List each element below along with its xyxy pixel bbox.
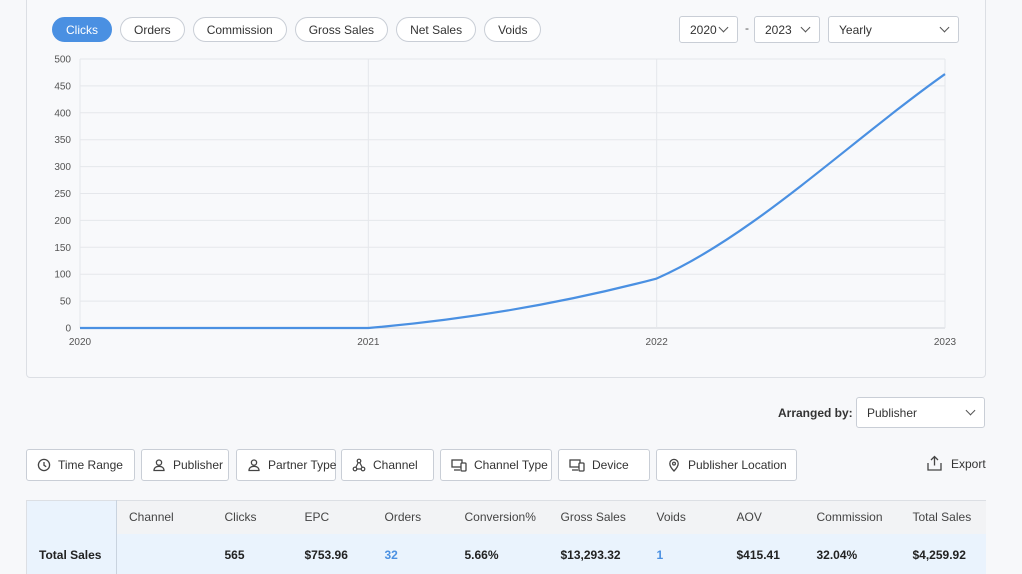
- network-icon: [352, 458, 366, 472]
- arranged-by-value: Publisher: [867, 405, 918, 420]
- year-to-value: 2023: [765, 22, 792, 37]
- tab-clicks[interactable]: Clicks: [52, 17, 112, 42]
- dimension-publisher-button[interactable]: Publisher: [141, 449, 229, 481]
- header-epc[interactable]: EPC: [292, 500, 373, 534]
- chevron-down-icon: [965, 405, 976, 416]
- header-commission[interactable]: Commission: [804, 500, 901, 534]
- cell-epc: $753.96: [304, 547, 348, 562]
- cell-total-sales: $4,259.92: [912, 547, 966, 562]
- chevron-down-icon: [718, 22, 729, 33]
- chart-card: [26, 0, 986, 378]
- header-channel[interactable]: Channel: [116, 500, 213, 534]
- dimension-channel-type-button[interactable]: Channel Type: [440, 449, 552, 481]
- header-gross-sales[interactable]: Gross Sales: [548, 500, 645, 534]
- devices-icon: [451, 459, 467, 472]
- dimension-label: Partner Type: [268, 458, 337, 472]
- dimension-label: Channel: [373, 458, 418, 472]
- export-label: Export: [951, 456, 986, 471]
- row-label: Total Sales: [26, 533, 117, 574]
- user-icon: [153, 459, 165, 472]
- devices-icon: [569, 459, 585, 472]
- dimension-publisher-location-button[interactable]: Publisher Location: [656, 449, 797, 481]
- dimension-device-button[interactable]: Device: [558, 449, 650, 481]
- dimension-label: Publisher Location: [688, 458, 787, 472]
- cell-orders-link[interactable]: 32: [373, 534, 453, 574]
- metric-tabs: Clicks Orders Commission Gross Sales Net…: [52, 17, 542, 42]
- chevron-down-icon: [939, 22, 950, 33]
- cell-conversion: 5.66%: [464, 547, 499, 562]
- header-conversion[interactable]: Conversion%: [452, 500, 549, 534]
- export-button[interactable]: Export: [926, 455, 986, 472]
- year-from-value: 2020: [690, 22, 717, 37]
- header-clicks[interactable]: Clicks: [212, 500, 293, 534]
- granularity-value: Yearly: [839, 22, 872, 37]
- cell-gross-sales: $13,293.32: [560, 547, 621, 562]
- dimension-time-range-button[interactable]: Time Range: [26, 449, 135, 481]
- dimension-channel-button[interactable]: Channel: [341, 449, 434, 481]
- cell-commission: 32.04%: [816, 547, 858, 562]
- user-icon: [248, 459, 260, 472]
- arranged-by-select[interactable]: Publisher: [856, 397, 985, 428]
- arranged-by-label: Arranged by:: [778, 406, 853, 420]
- range-separator: -: [745, 21, 749, 35]
- tab-gross-sales[interactable]: Gross Sales: [294, 17, 389, 42]
- tab-voids[interactable]: Voids: [484, 17, 542, 42]
- cell-channel: [117, 534, 213, 574]
- year-from-select[interactable]: 2020: [679, 16, 738, 43]
- dimension-partner-type-button[interactable]: Partner Type: [236, 449, 336, 481]
- tab-net-sales[interactable]: Net Sales: [396, 17, 477, 42]
- report-table: Channel Clicks EPC Orders Conversion% Gr…: [26, 500, 986, 574]
- tab-orders[interactable]: Orders: [120, 17, 185, 42]
- cell-clicks: 565: [224, 547, 245, 562]
- dimension-label: Device: [592, 458, 629, 472]
- clock-icon: [37, 458, 51, 472]
- granularity-select[interactable]: Yearly: [828, 16, 959, 43]
- year-to-select[interactable]: 2023: [754, 16, 820, 43]
- location-pin-icon: [669, 458, 679, 472]
- cell-aov: $415.41: [736, 547, 780, 562]
- tab-commission[interactable]: Commission: [192, 17, 287, 42]
- export-icon: [927, 455, 942, 471]
- cell-voids-link[interactable]: 1: [645, 534, 725, 574]
- header-voids[interactable]: Voids: [644, 500, 725, 534]
- chevron-down-icon: [800, 22, 811, 33]
- dimension-label: Channel Type: [474, 458, 548, 472]
- dimension-label: Publisher: [173, 458, 224, 472]
- header-total-sales[interactable]: Total Sales: [900, 500, 986, 534]
- table-header-row: Channel Clicks EPC Orders Conversion% Gr…: [26, 500, 986, 534]
- header-orders[interactable]: Orders: [372, 500, 453, 534]
- header-cell-empty: [26, 500, 117, 534]
- dimension-label: Time Range: [58, 458, 123, 472]
- header-aov[interactable]: AOV: [724, 500, 805, 534]
- table-row-total: Total Sales 565 $753.96 32 5.66% $13,293…: [26, 533, 986, 574]
